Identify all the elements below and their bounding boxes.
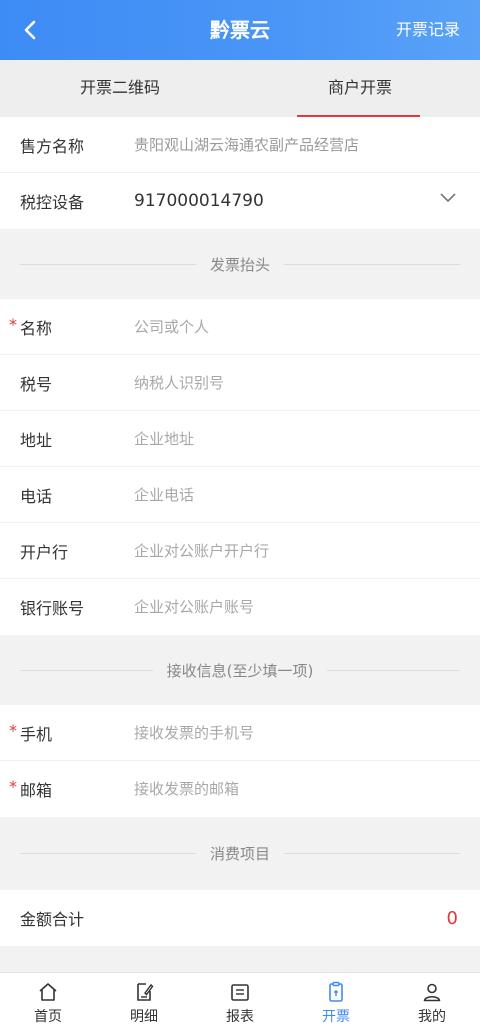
address-input[interactable] xyxy=(134,429,434,448)
tax-id-row: 税号 xyxy=(0,355,480,411)
top-header: 黔票云 开票记录 xyxy=(0,0,480,60)
tab-qrcode[interactable]: 开票二维码 xyxy=(0,60,240,117)
nav-invoice-label: 开票 xyxy=(322,1009,350,1025)
buyer-name-row: * 名称 xyxy=(0,299,480,355)
total-section: 金额合计 0 xyxy=(0,890,480,946)
bank-account-label: 银行账号 xyxy=(20,599,85,618)
bank-row: 开户行 xyxy=(0,523,480,579)
mobile-input[interactable] xyxy=(134,723,434,742)
required-mark: * xyxy=(9,777,17,796)
address-label: 地址 xyxy=(20,430,53,450)
tab-bar: 开票二维码 商户开票 xyxy=(0,60,480,117)
edit-doc-icon xyxy=(137,983,154,1001)
seller-section: 售方名称 贵阳观山湖云海通农副产品经营店 税控设备 917000014790 xyxy=(0,117,480,229)
bank-label: 开户行 xyxy=(20,542,69,562)
address-row: 地址 xyxy=(0,411,480,467)
invoice-header-divider: 发票抬头 xyxy=(0,229,480,299)
tax-device-row[interactable]: 税控设备 917000014790 xyxy=(0,173,480,229)
total-row: 金额合计 0 xyxy=(0,890,480,946)
nav-report[interactable]: 报表 xyxy=(192,973,288,1036)
tax-id-label: 税号 xyxy=(20,374,53,394)
invoice-icon xyxy=(329,981,343,1002)
invoice-records-link[interactable]: 开票记录 xyxy=(396,0,460,60)
bank-account-row: 银行账号 xyxy=(0,579,480,635)
seller-name-value: 贵阳观山湖云海通农副产品经营店 xyxy=(134,136,360,154)
required-mark: * xyxy=(9,314,17,334)
phone-input[interactable] xyxy=(134,485,434,504)
nav-home-label: 首页 xyxy=(34,1009,62,1025)
nav-home[interactable]: 首页 xyxy=(0,973,96,1036)
email-row: * 邮箱 xyxy=(0,761,480,817)
invoice-header-title: 发票抬头 xyxy=(195,253,284,275)
user-icon xyxy=(423,983,441,1002)
home-icon xyxy=(39,983,57,1001)
report-icon xyxy=(231,984,249,1001)
bottom-nav: 首页 明细 报表 开票 我的 xyxy=(0,972,480,1036)
buyer-name-label: * 名称 xyxy=(9,314,53,338)
nav-mine[interactable]: 我的 xyxy=(384,973,480,1036)
tax-device-label: 税控设备 xyxy=(20,193,85,212)
required-mark: * xyxy=(9,720,17,740)
tax-device-value: 917000014790 xyxy=(134,191,264,211)
chevron-down-icon xyxy=(440,193,456,203)
receive-info-title: 接收信息(至少填一项) xyxy=(152,659,328,681)
seller-name-label: 售方名称 xyxy=(20,136,85,156)
bank-input[interactable] xyxy=(134,541,434,560)
mobile-label: * 手机 xyxy=(9,720,53,744)
tax-id-input[interactable] xyxy=(134,373,434,392)
nav-report-label: 报表 xyxy=(226,1009,254,1025)
nav-detail-label: 明细 xyxy=(130,1009,158,1025)
consumption-title: 消费项目 xyxy=(195,842,284,864)
total-amount: 0 xyxy=(446,907,458,929)
nav-invoice[interactable]: 开票 xyxy=(288,973,384,1036)
consumption-divider: 消费项目 xyxy=(0,818,480,888)
invoice-header-section: *名称 税号 地址 电话 开户行 银行账号 xyxy=(0,299,480,635)
receive-info-section: *手机 *邮箱 xyxy=(0,705,480,817)
nav-mine-label: 我的 xyxy=(418,1009,446,1025)
bank-account-input[interactable] xyxy=(134,598,434,616)
email-label: * 邮箱 xyxy=(9,777,53,800)
nav-detail[interactable]: 明细 xyxy=(96,973,192,1036)
receive-info-divider: 接收信息(至少填一项) xyxy=(0,635,480,705)
total-label: 金额合计 xyxy=(20,910,85,929)
phone-label: 电话 xyxy=(20,486,53,506)
tab-merchant-invoice[interactable]: 商户开票 xyxy=(240,60,480,117)
seller-name-row: 售方名称 贵阳观山湖云海通农副产品经营店 xyxy=(0,117,480,173)
email-input[interactable] xyxy=(134,780,434,798)
mobile-row: * 手机 xyxy=(0,705,480,761)
phone-row: 电话 xyxy=(0,467,480,523)
buyer-name-input[interactable] xyxy=(134,317,434,336)
